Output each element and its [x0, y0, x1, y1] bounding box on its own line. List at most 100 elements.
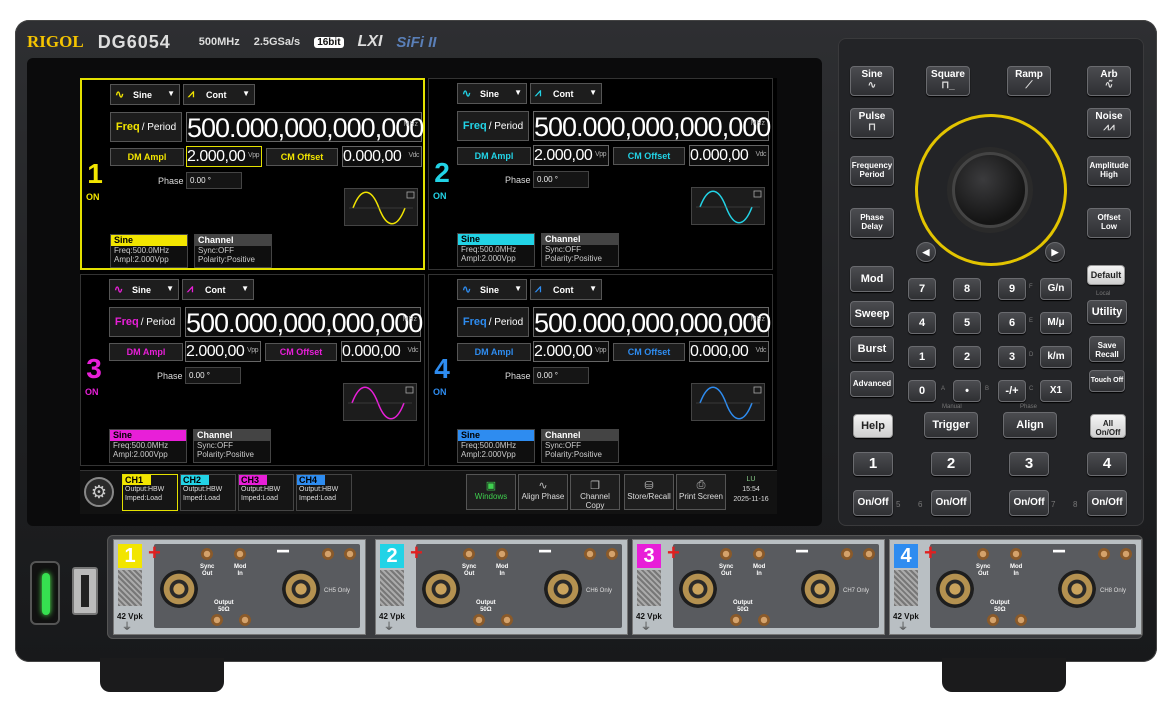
align-phase-button[interactable]: ∿ Align Phase [518, 474, 568, 510]
channel-2-key[interactable]: 2 [931, 452, 971, 476]
sync-out-negative-sma[interactable] [584, 548, 596, 560]
channel-summary-tag[interactable]: Channel Sync:OFF Polarity:Positive [541, 233, 619, 267]
digit-key-5[interactable]: 6 [998, 312, 1026, 334]
channel-3-panel[interactable]: 3 ON ∿ Sine ▼ ⩘ Cont ▼ Freq / Period 500.000,… [80, 274, 425, 466]
power-button[interactable] [30, 561, 60, 625]
wave-summary-tag[interactable]: Sine Freq:500.0MHz Ampl:2.000Vpp [110, 234, 188, 268]
wave-summary-tag[interactable]: Sine Freq:500.0MHz Ampl:2.000Vpp [109, 429, 187, 463]
mod-in-positive-sma[interactable] [496, 548, 508, 560]
cm-offset-button[interactable]: CM Offset [613, 147, 685, 165]
pulse-key[interactable]: Pulse ⊓ [850, 108, 894, 138]
output-positive-sma[interactable] [987, 614, 999, 626]
advanced-key[interactable]: Advanced [850, 371, 894, 397]
unit-key-2[interactable]: k/m [1040, 346, 1072, 368]
frequency-period-key[interactable]: Frequency Period [850, 156, 894, 186]
amplitude-value[interactable]: 2.000,00 Vpp [533, 145, 609, 166]
unit-key-3[interactable]: X1 [1040, 380, 1072, 402]
channel-summary-tag[interactable]: Channel Sync:OFF Polarity:Positive [193, 429, 271, 463]
touch-screen[interactable]: 1 ON ∿ Sine ▼ ⩘ Cont ▼ Freq / Period 500.000,… [80, 78, 777, 514]
offset-value[interactable]: 0.000,00 Vdc [689, 145, 769, 166]
waveform-dropdown[interactable]: ∿ Sine ▼ [457, 83, 527, 104]
output-negative-sma[interactable] [501, 614, 513, 626]
digit-key-4[interactable]: 5 [953, 312, 981, 334]
sync-out-positive-sma[interactable] [201, 548, 213, 560]
mod-in-positive-sma[interactable] [753, 548, 765, 560]
status-ch1[interactable]: CH1 Output:HBW Imped:Load [122, 474, 178, 511]
cm-offset-button[interactable]: CM Offset [266, 148, 338, 166]
digit-key-8[interactable]: 3 [998, 346, 1026, 368]
help-key[interactable]: Help [853, 414, 893, 438]
negative-output-bnc[interactable] [282, 570, 320, 608]
cm-offset-button[interactable]: CM Offset [265, 343, 337, 361]
ramp-key[interactable]: Ramp ⟋ [1007, 66, 1051, 96]
channel-summary-tag[interactable]: Channel Sync:OFF Polarity:Positive [194, 234, 272, 268]
channel-2-panel[interactable]: 2 ON ∿ Sine ▼ ⩘ Cont ▼ Freq / Period 500.000,… [428, 78, 773, 270]
phase-delay-key[interactable]: Phase Delay [850, 208, 894, 238]
mode-dropdown[interactable]: ⩘ Cont ▼ [530, 83, 602, 104]
right-arrow-button[interactable]: ▶ [1045, 242, 1065, 262]
channel-2-onoff-key[interactable]: On/Off [931, 490, 971, 516]
digit-key-6[interactable]: 1 [908, 346, 936, 368]
digit-key-9[interactable]: 0 [908, 380, 936, 402]
negative-output-bnc[interactable] [801, 570, 839, 608]
frequency-value[interactable]: 500.000,000,000,000 MHz [185, 307, 423, 338]
phase-value[interactable]: 0.00 ° [186, 172, 242, 189]
waveform-dropdown[interactable]: ∿ Sine ▼ [457, 279, 527, 300]
mod-in-negative-sma[interactable] [1120, 548, 1132, 560]
digit-key-7[interactable]: 2 [953, 346, 981, 368]
channel-3-onoff-key[interactable]: On/Off [1009, 490, 1049, 516]
sweep-key[interactable]: Sweep [850, 301, 894, 327]
freq-period-button[interactable]: Freq / Period [457, 307, 529, 337]
digit-key-3[interactable]: 4 [908, 312, 936, 334]
windows-button[interactable]: ▣ Windows [466, 474, 516, 510]
noise-key[interactable]: Noise ⩘⩘ [1087, 108, 1131, 138]
sync-out-negative-sma[interactable] [322, 548, 334, 560]
wave-summary-tag[interactable]: Sine Freq:500.0MHz Ampl:2.000Vpp [457, 429, 535, 463]
mod-in-negative-sma[interactable] [606, 548, 618, 560]
align-key[interactable]: Align [1003, 412, 1057, 438]
sync-out-negative-sma[interactable] [1098, 548, 1110, 560]
dm-ampl-button[interactable]: DM Ampl [457, 343, 531, 361]
sync-out-positive-sma[interactable] [720, 548, 732, 560]
store-recall-button[interactable]: ⛁ Store/Recall [624, 474, 674, 510]
waveform-dropdown[interactable]: ∿ Sine ▼ [110, 84, 180, 105]
dm-ampl-button[interactable]: DM Ampl [109, 343, 183, 361]
amplitude-value[interactable]: 2.000,00 Vpp [533, 341, 609, 362]
dm-ampl-button[interactable]: DM Ampl [457, 147, 531, 165]
output-positive-sma[interactable] [730, 614, 742, 626]
default-key[interactable]: Default [1087, 265, 1125, 285]
channel-summary-tag[interactable]: Channel Sync:OFF Polarity:Positive [541, 429, 619, 463]
digit-key-2[interactable]: 9 [998, 278, 1026, 300]
mod-in-negative-sma[interactable] [863, 548, 875, 560]
digit-key-10[interactable]: • [953, 380, 981, 402]
output-negative-sma[interactable] [758, 614, 770, 626]
cm-offset-button[interactable]: CM Offset [613, 343, 685, 361]
mod-in-positive-sma[interactable] [1010, 548, 1022, 560]
channel-4-key[interactable]: 4 [1087, 452, 1127, 476]
freq-period-button[interactable]: Freq / Period [457, 111, 529, 141]
all-on-off-key[interactable]: All On/Off [1090, 414, 1126, 438]
burst-key[interactable]: Burst [850, 336, 894, 362]
offset-low-key[interactable]: Offset Low [1087, 208, 1131, 238]
phase-value[interactable]: 0.00 ° [185, 367, 241, 384]
square-key[interactable]: Square ⊓_ [926, 66, 970, 96]
negative-output-bnc[interactable] [1058, 570, 1096, 608]
amplitude-high-key[interactable]: Amplitude High [1087, 156, 1131, 186]
utility-key[interactable]: Utility [1087, 300, 1127, 324]
amplitude-value[interactable]: 2.000,00 Vpp [186, 146, 262, 167]
offset-value[interactable]: 0.000,00 Vdc [342, 146, 422, 167]
frequency-value[interactable]: 500.000,000,000,000 MHz [186, 112, 424, 143]
output-positive-sma[interactable] [211, 614, 223, 626]
settings-gear-icon[interactable]: ⚙ [84, 477, 114, 507]
wave-summary-tag[interactable]: Sine Freq:500.0MHz Ampl:2.000Vpp [457, 233, 535, 267]
channel-4-panel[interactable]: 4 ON ∿ Sine ▼ ⩘ Cont ▼ Freq / Period 500.000,… [428, 274, 773, 466]
sync-out-negative-sma[interactable] [841, 548, 853, 560]
mode-dropdown[interactable]: ⩘ Cont ▼ [182, 279, 254, 300]
mod-in-positive-sma[interactable] [234, 548, 246, 560]
digit-key-1[interactable]: 8 [953, 278, 981, 300]
channel-1-key[interactable]: 1 [853, 452, 893, 476]
amplitude-value[interactable]: 2.000,00 Vpp [185, 341, 261, 362]
channel-4-onoff-key[interactable]: On/Off [1087, 490, 1127, 516]
left-arrow-button[interactable]: ◀ [916, 242, 936, 262]
sine-key[interactable]: Sine ∿ [850, 66, 894, 96]
